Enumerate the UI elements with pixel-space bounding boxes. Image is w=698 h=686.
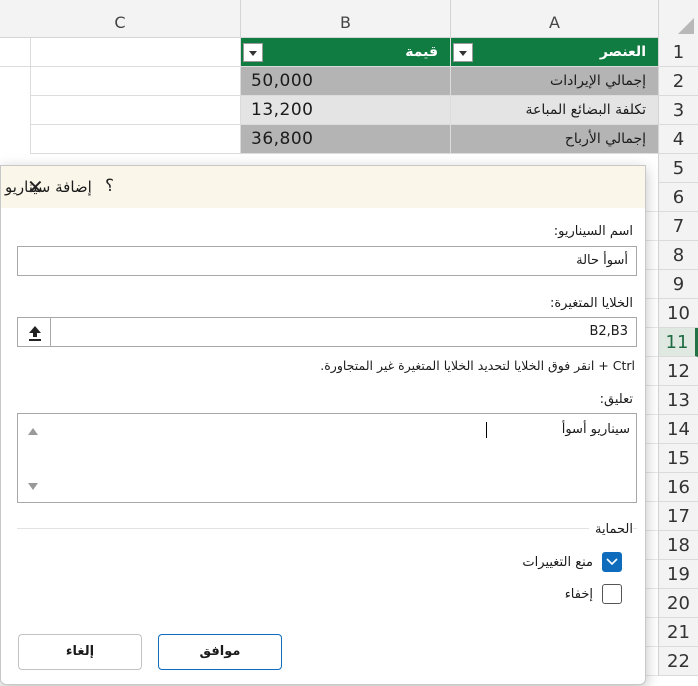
prevent-changes-label: منع التغييرات — [522, 555, 593, 570]
checkmark-icon — [606, 558, 618, 566]
cell-c2[interactable] — [30, 67, 240, 96]
cell-a2[interactable]: إجمالي الإيرادات — [450, 67, 658, 96]
row-header-18[interactable]: 18 — [658, 531, 698, 560]
column-header-c[interactable]: C — [0, 0, 240, 38]
dialog-titlebar: إضافة سيناريو ✕ ؟ — [1, 166, 645, 208]
hide-checkbox[interactable] — [602, 584, 622, 604]
ok-button[interactable]: موافق — [158, 634, 282, 670]
row-header-20[interactable]: 20 — [658, 589, 698, 618]
dialog-title: إضافة سيناريو — [5, 178, 92, 196]
comment-label: تعليق: — [599, 392, 633, 407]
row-header-22[interactable]: 22 — [658, 647, 698, 676]
select-all-triangle-icon — [678, 18, 694, 34]
upload-arrow-icon — [29, 326, 41, 341]
row-header-9[interactable]: 9 — [658, 270, 698, 299]
row-header-12[interactable]: 12 — [658, 357, 698, 386]
cell-a3[interactable]: تكلفة البضائع المباعة — [450, 96, 658, 125]
scenario-name-input[interactable]: أسوأ حالة — [17, 246, 637, 276]
hide-label: إخفاء — [564, 587, 593, 602]
cell-a1-header[interactable]: العنصر — [450, 38, 658, 67]
changing-cells-label: الخلايا المتغيرة: — [549, 296, 633, 311]
cell-a4[interactable]: إجمالي الأرباح — [450, 125, 658, 154]
row-header-10[interactable]: 10 — [658, 299, 698, 328]
section-divider — [17, 528, 637, 529]
cell-b4[interactable]: 36,800 — [240, 125, 450, 154]
ctrl-click-hint: Ctrl + انقر فوق الخلايا لتحديد الخلايا ا… — [320, 358, 635, 373]
scroll-up-icon[interactable] — [28, 428, 38, 435]
select-all-corner[interactable] — [658, 0, 698, 38]
row-header-2[interactable]: 2 — [658, 67, 698, 96]
collapse-dialog-button[interactable] — [17, 317, 51, 347]
row-header-11[interactable]: 11 — [658, 328, 698, 357]
scroll-down-icon[interactable] — [28, 483, 38, 490]
cell-c1[interactable] — [30, 38, 240, 67]
add-scenario-dialog: إضافة سيناريو ✕ ؟ اسم السيناريو: أسوأ حا… — [0, 165, 646, 685]
row-header-8[interactable]: 8 — [658, 241, 698, 270]
column-header-b[interactable]: B — [240, 0, 450, 38]
changing-cells-input[interactable]: B2,B3 — [17, 317, 637, 347]
filter-dropdown-value-icon[interactable] — [243, 43, 263, 62]
prevent-changes-checkbox[interactable] — [602, 552, 622, 572]
protection-label: الحماية — [588, 522, 633, 537]
filter-dropdown-item-icon[interactable] — [453, 43, 473, 62]
row-header-19[interactable]: 19 — [658, 560, 698, 589]
close-icon[interactable]: ✕ — [27, 176, 45, 198]
header-item-label: العنصر — [599, 44, 646, 60]
row-header-7[interactable]: 7 — [658, 212, 698, 241]
text-caret — [486, 422, 487, 438]
header-value-label: قيمة — [405, 44, 438, 60]
scenario-name-label: اسم السيناريو: — [553, 224, 633, 239]
row-header-14[interactable]: 14 — [658, 415, 698, 444]
row-header-3[interactable]: 3 — [658, 96, 698, 125]
row-header-21[interactable]: 21 — [658, 618, 698, 647]
row-header-16[interactable]: 16 — [658, 473, 698, 502]
row-header-15[interactable]: 15 — [658, 444, 698, 473]
cell-c4[interactable] — [30, 125, 240, 154]
row-header-6[interactable]: 6 — [658, 183, 698, 212]
cell-c3[interactable] — [30, 96, 240, 125]
cell-b2[interactable]: 50,000 — [240, 67, 450, 96]
row-header-4[interactable]: 4 — [658, 125, 698, 154]
cell-b1-header[interactable]: قيمة — [240, 38, 450, 67]
row-header-5[interactable]: 5 — [658, 154, 698, 183]
cell-c1-left[interactable] — [0, 38, 30, 67]
help-icon[interactable]: ؟ — [105, 176, 114, 196]
comment-textarea[interactable]: سيناريو أسوأ — [17, 413, 637, 503]
row-header-13[interactable]: 13 — [658, 386, 698, 415]
row-header-1[interactable]: 1 — [658, 38, 698, 67]
column-header-row: C B A — [0, 0, 698, 38]
cell-b3[interactable]: 13,200 — [240, 96, 450, 125]
comment-text: سيناريو أسوأ — [561, 422, 630, 437]
cancel-button[interactable]: إلغاء — [18, 634, 142, 670]
row-header-17[interactable]: 17 — [658, 502, 698, 531]
column-header-a[interactable]: A — [450, 0, 658, 38]
